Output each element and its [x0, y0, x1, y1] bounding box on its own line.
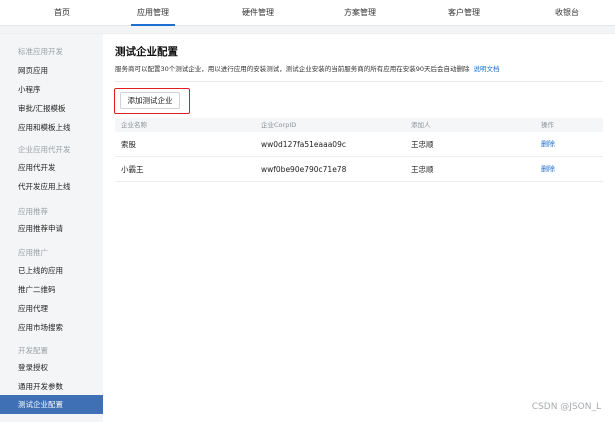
header-band	[0, 26, 615, 34]
sidebar-item-app-agent[interactable]: 应用代理	[0, 299, 103, 318]
header-corpid: 企业CorpID	[261, 121, 297, 129]
page-description: 服务商可以配置30个测试企业，用以进行应用的安装测试，测试企业安装的当前服务商的…	[115, 63, 500, 73]
header-action: 操作	[541, 121, 554, 129]
description-text: 服务商可以配置30个测试企业，用以进行应用的安装测试，测试企业安装的当前服务商的…	[115, 65, 470, 73]
header-adder: 添加人	[411, 121, 431, 129]
tab-app-management[interactable]: 应用管理	[113, 0, 193, 26]
sidebar-group-promotion: 应用推广	[18, 248, 48, 257]
doc-link[interactable]: 说明文档	[474, 65, 500, 73]
sidebar: 标准应用开发 网页应用 小程序 审批/汇报模板 应用和模板上线 企业应用代开发 …	[0, 34, 103, 422]
sidebar-item-approval-template[interactable]: 审批/汇报模板	[0, 99, 103, 118]
sidebar-group-recommend: 应用推荐	[18, 207, 48, 216]
tab-customer-management[interactable]: 客户管理	[424, 0, 504, 26]
table-row: 索股 ww0d127fa51eaaa09c 王忠顺 删除	[115, 132, 603, 157]
table-header: 企业名称 企业CorpID 添加人 操作	[115, 118, 603, 132]
cell-enterprise-name: 小霸王	[121, 165, 144, 174]
cell-adder: 王忠顺	[411, 165, 434, 174]
sidebar-item-login-auth[interactable]: 登录授权	[0, 358, 103, 377]
sidebar-item-proxy-dev[interactable]: 应用代开发	[0, 158, 103, 177]
tab-home[interactable]: 首页	[22, 0, 102, 26]
cell-enterprise-name: 索股	[121, 140, 136, 149]
sidebar-item-test-enterprise-config[interactable]: 测试企业配置	[0, 395, 103, 414]
watermark: CSDN @JSON_L	[531, 402, 601, 412]
add-test-enterprise-button[interactable]: 添加测试企业	[120, 92, 180, 109]
cell-corpid: wwf0be90e790c71e78	[261, 165, 347, 174]
delete-link[interactable]: 删除	[541, 132, 555, 157]
main-content: 测试企业配置 服务商可以配置30个测试企业，用以进行应用的安装测试，测试企业安装…	[103, 34, 615, 422]
delete-link[interactable]: 删除	[541, 157, 555, 182]
tab-hardware-management[interactable]: 硬件管理	[218, 0, 298, 26]
sidebar-item-market-search[interactable]: 应用市场搜索	[0, 318, 103, 337]
header-enterprise-name: 企业名称	[121, 121, 147, 129]
sidebar-item-general-params[interactable]: 通用开发参数	[0, 377, 103, 396]
sidebar-item-launched-apps[interactable]: 已上线的应用	[0, 261, 103, 280]
tab-cashier[interactable]: 收银台	[527, 0, 607, 26]
sidebar-item-app-template-launch[interactable]: 应用和模板上线	[0, 118, 103, 137]
sidebar-item-proxy-app-launch[interactable]: 代开发应用上线	[0, 177, 103, 196]
page-title: 测试企业配置	[115, 46, 178, 58]
sidebar-item-recommend-apply[interactable]: 应用推荐申请	[0, 219, 103, 238]
tab-solution-management[interactable]: 方案管理	[320, 0, 400, 26]
table-row: 小霸王 wwf0be90e790c71e78 王忠顺 删除	[115, 157, 603, 182]
sidebar-group-proxy-dev: 企业应用代开发	[18, 145, 71, 154]
sidebar-item-mini-program[interactable]: 小程序	[0, 80, 103, 99]
sidebar-group-dev-config: 开发配置	[18, 346, 48, 355]
cell-corpid: ww0d127fa51eaaa09c	[261, 140, 346, 149]
top-nav: 首页 应用管理 硬件管理 方案管理 客户管理 收银台	[0, 0, 615, 26]
sidebar-item-web-app[interactable]: 网页应用	[0, 61, 103, 80]
cell-adder: 王忠顺	[411, 140, 434, 149]
sidebar-group-standard-dev: 标准应用开发	[18, 47, 63, 56]
divider	[115, 81, 603, 82]
sidebar-item-promo-qrcode[interactable]: 推广二维码	[0, 280, 103, 299]
